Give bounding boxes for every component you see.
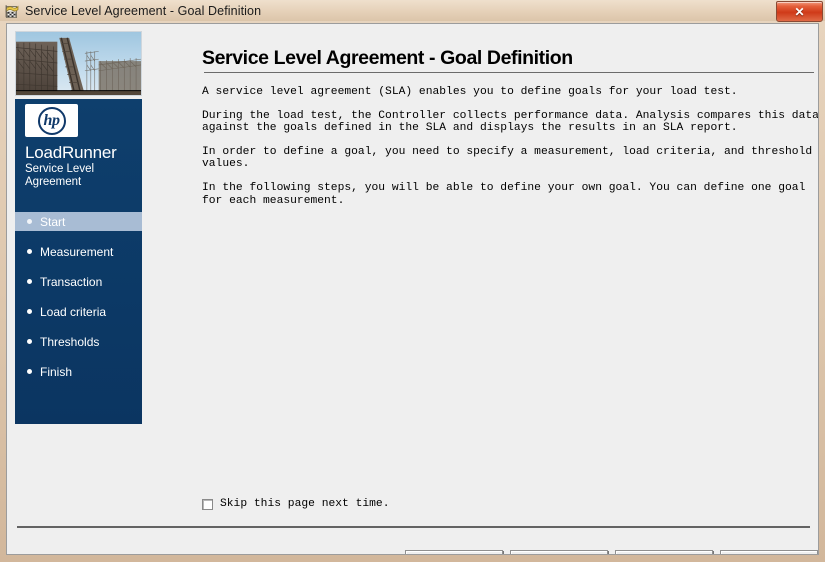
hp-logo: hp bbox=[25, 104, 78, 137]
product-subtitle: Service Level Agreement bbox=[25, 163, 95, 188]
title-bar: Service Level Agreement - Goal Definitio… bbox=[0, 0, 825, 22]
skip-page-checkbox[interactable] bbox=[202, 498, 213, 510]
skip-page-row[interactable]: Skip this page next time. bbox=[202, 498, 389, 510]
client-area: hp LoadRunner Service Level Agreement St… bbox=[6, 23, 819, 555]
sidebar-item-label: Start bbox=[40, 214, 66, 229]
sidebar-item-thresholds[interactable]: Thresholds bbox=[15, 332, 142, 351]
close-button[interactable]: ✕ bbox=[776, 1, 823, 22]
help-button[interactable]: Help bbox=[720, 550, 818, 554]
paragraph: During the load test, the Controller col… bbox=[202, 109, 819, 135]
close-icon: ✕ bbox=[794, 4, 805, 19]
footer-divider bbox=[17, 526, 810, 528]
next-button[interactable]: Next > bbox=[510, 550, 608, 554]
sidebar-item-label: Measurement bbox=[40, 244, 114, 259]
wizard-sidebar: hp LoadRunner Service Level Agreement St… bbox=[15, 99, 142, 424]
wizard-document-icon bbox=[4, 3, 20, 19]
cancel-button[interactable]: Cancel bbox=[615, 550, 713, 554]
wizard-steps-nav: Start Measurement Transaction Load crite… bbox=[15, 212, 142, 392]
sidebar-item-load-criteria[interactable]: Load criteria bbox=[15, 302, 142, 321]
bullet-icon bbox=[27, 339, 32, 344]
bullet-icon bbox=[27, 249, 32, 254]
roller-coaster-photo bbox=[15, 31, 142, 96]
paragraph: A service level agreement (SLA) enables … bbox=[202, 86, 738, 98]
bullet-icon bbox=[27, 369, 32, 374]
title-divider bbox=[204, 72, 814, 73]
paragraph: In the following steps, you will be able… bbox=[202, 181, 806, 207]
back-button[interactable]: < Back bbox=[405, 550, 503, 554]
sidebar-item-finish[interactable]: Finish bbox=[15, 362, 142, 381]
bullet-icon bbox=[27, 309, 32, 314]
bullet-icon bbox=[27, 279, 32, 284]
wizard-button-bar: < Back Next > Cancel Help bbox=[405, 550, 818, 554]
window-title: Service Level Agreement - Goal Definitio… bbox=[25, 3, 262, 18]
main-content: Service Level Agreement - Goal Definitio… bbox=[197, 24, 818, 554]
sidebar-item-label: Thresholds bbox=[40, 334, 100, 349]
bullet-icon bbox=[27, 219, 32, 224]
skip-page-label: Skip this page next time. bbox=[220, 498, 390, 510]
product-name: LoadRunner bbox=[25, 143, 117, 162]
sidebar-item-start[interactable]: Start bbox=[15, 212, 142, 231]
sidebar-item-transaction[interactable]: Transaction bbox=[15, 272, 142, 291]
paragraph: In order to define a goal, you need to s… bbox=[202, 145, 813, 171]
hp-logo-text: hp bbox=[43, 111, 60, 129]
sidebar-item-measurement[interactable]: Measurement bbox=[15, 242, 142, 261]
sidebar-item-label: Transaction bbox=[40, 274, 103, 289]
sidebar-item-label: Load criteria bbox=[40, 304, 107, 319]
description-text: A service level agreement (SLA) enables … bbox=[202, 86, 819, 218]
application-window: Service Level Agreement - Goal Definitio… bbox=[0, 0, 825, 562]
page-title: Service Level Agreement - Goal Definitio… bbox=[202, 47, 573, 69]
sidebar-item-label: Finish bbox=[40, 364, 73, 379]
left-column: hp LoadRunner Service Level Agreement St… bbox=[15, 31, 142, 424]
